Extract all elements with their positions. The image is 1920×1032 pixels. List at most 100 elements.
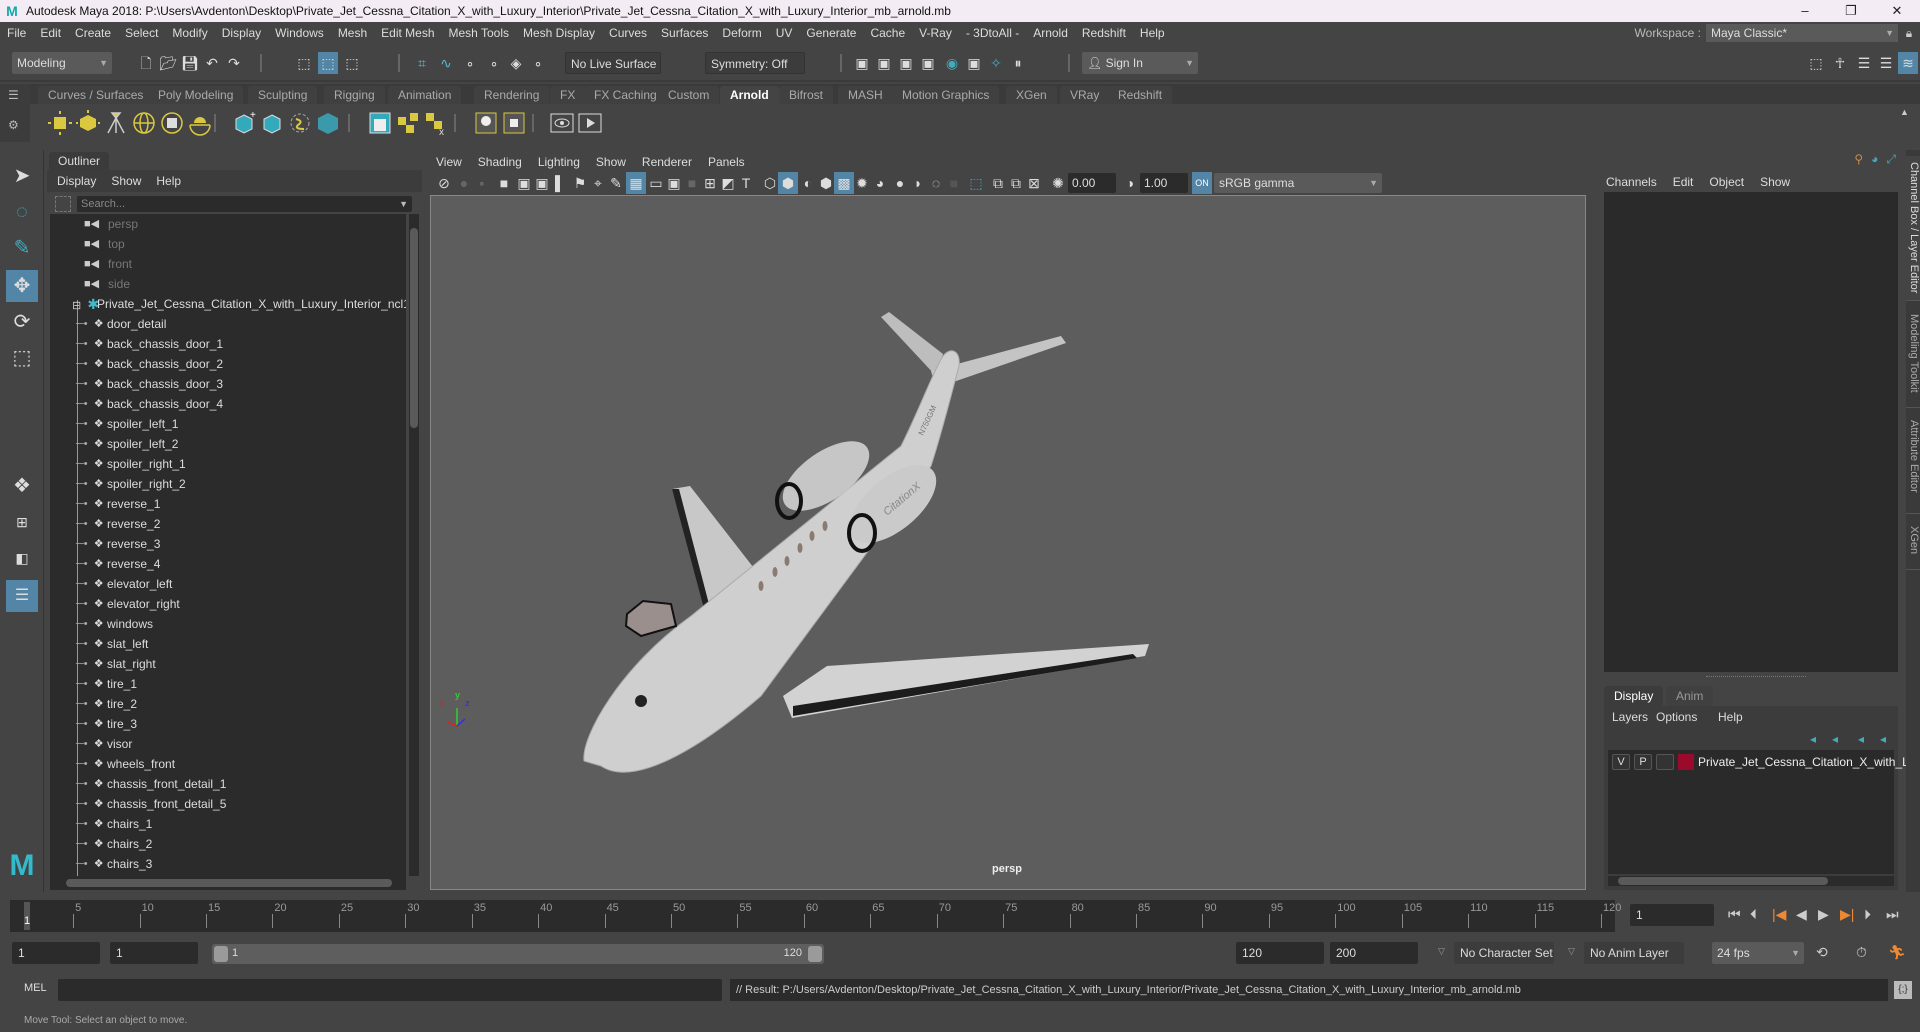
viewport-menu-renderer[interactable]: Renderer — [642, 155, 692, 169]
menu-display[interactable]: Display — [215, 26, 268, 40]
outliner-tab[interactable]: Outliner — [49, 152, 110, 170]
rotate-tool-icon[interactable]: ⟳ — [6, 306, 38, 338]
menu-redshift[interactable]: Redshift — [1075, 26, 1133, 40]
outliner-item-mesh[interactable]: ─• ❖ reverse_2 — [50, 514, 406, 534]
render-view-icon[interactable]: ▣ — [852, 52, 872, 74]
shelf-scroll[interactable]: ▲ — [1900, 104, 1914, 140]
side-tab-attribute-editor[interactable]: Attribute Editor — [1906, 414, 1920, 514]
light-editor-icon[interactable]: ✧ — [986, 52, 1006, 74]
snap-projected-icon[interactable]: ∘ — [528, 52, 548, 74]
jet-model[interactable]: CitationX N750GM — [431, 196, 1587, 891]
resolution-gate-icon[interactable]: ▣ — [664, 172, 684, 194]
outliner-vertical-scrollbar[interactable] — [409, 214, 419, 876]
layer-menu-options[interactable]: Options — [1656, 710, 1697, 724]
xray-icon[interactable]: ⧉ — [988, 172, 1008, 194]
channel-menu-channels[interactable]: Channels — [1606, 175, 1657, 189]
close-button[interactable]: ✕ — [1874, 0, 1920, 22]
xray-joints-icon[interactable]: ⊠ — [1024, 172, 1044, 194]
outliner-search-input[interactable]: Search... ▼ — [77, 196, 412, 212]
layer-menu-help[interactable]: Help — [1718, 710, 1743, 724]
shelf-tab-mash[interactable]: MASH — [838, 86, 893, 104]
anim-layer-chevron-icon[interactable]: ▽ — [1568, 946, 1575, 957]
outliner-item-mesh[interactable]: ─• ❖ tire_3 — [50, 714, 406, 734]
playback-start-field[interactable]: 1 — [110, 942, 198, 964]
create-standin-icon[interactable]: + — [230, 109, 258, 137]
layer-visibility-toggle[interactable]: V — [1612, 754, 1630, 770]
channel-box-icon[interactable]: ≋ — [1898, 52, 1918, 74]
outliner-item-mesh[interactable]: ─• ❖ windows — [50, 614, 406, 634]
shelf-tab-rigging[interactable]: Rigging — [324, 86, 385, 104]
outliner-item-root-group[interactable]: ⊟ ✱ Private_Jet_Cessna_Citation_X_with_Lu… — [50, 294, 406, 314]
depth-of-field-icon[interactable]: ■ — [944, 172, 964, 194]
sign-in-dropdown[interactable]: 👤︎ Sign In ▼ — [1082, 52, 1198, 74]
outliner-item-mesh[interactable]: ─• ❖ slat_right — [50, 654, 406, 674]
arnold-render-icon[interactable] — [576, 109, 604, 137]
scroll-thumb[interactable] — [66, 879, 392, 887]
scale-tool-icon[interactable]: ⬚ — [6, 342, 38, 374]
outliner-item-mesh[interactable]: ─• ❖ back_chassis_door_1 — [50, 334, 406, 354]
grid-icon[interactable]: ▦ — [626, 172, 646, 194]
gate-mask-icon[interactable]: ■ — [682, 172, 702, 194]
range-slider-bar[interactable]: 1 120 — [212, 944, 824, 964]
outliner-item-mesh[interactable]: ─• ❖ slat_left — [50, 634, 406, 654]
menu-generate[interactable]: Generate — [799, 26, 863, 40]
camera-attributes-icon[interactable]: ▪ — [472, 172, 492, 194]
shelf-tab-arnold[interactable]: Arnold — [720, 86, 779, 104]
safe-action-icon[interactable]: ◩ — [718, 172, 738, 194]
outliner-item-mesh[interactable]: ─• ❖ tire_2 — [50, 694, 406, 714]
smooth-shade-icon[interactable]: ⬢ — [778, 172, 798, 194]
snap-curve-icon[interactable]: ∿ — [436, 52, 456, 74]
shelf-tab-sculpting[interactable]: Sculpting — [248, 86, 318, 104]
select-hierarchy-icon[interactable]: ⬚ — [294, 52, 314, 74]
layer-row[interactable]: V P Private_Jet_Cessna_Citation_X_with_L… — [1608, 750, 1920, 774]
shelf-tab-poly-modeling[interactable]: Poly Modeling — [148, 86, 244, 104]
minimize-button[interactable]: – — [1782, 0, 1828, 22]
menu-windows[interactable]: Windows — [268, 26, 331, 40]
outliner-item-mesh[interactable]: ─• ❖ elevator_left — [50, 574, 406, 594]
scroll-thumb[interactable] — [410, 228, 418, 428]
outliner-item-mesh[interactable]: ─• ❖ elevator_right — [50, 594, 406, 614]
animation-end-field[interactable]: 200 — [1330, 942, 1418, 964]
menu-modify[interactable]: Modify — [165, 26, 214, 40]
character-set-field[interactable]: No Character Set — [1454, 942, 1554, 964]
menu-3dtoall[interactable]: - 3DtoAll - — [959, 26, 1026, 40]
channel-menu-object[interactable]: Object — [1709, 175, 1744, 189]
tx-manager-icon[interactable] — [394, 109, 422, 137]
live-surface-field[interactable]: No Live Surface — [565, 52, 661, 74]
arnold-view-icon[interactable] — [548, 109, 576, 137]
new-scene-icon[interactable]: 🗋︎ — [136, 52, 156, 74]
outliner-item-mesh[interactable]: ─• ❖ chassis_front_detail_5 — [50, 794, 406, 814]
auto-key-icon[interactable]: ⏱ — [1856, 944, 1867, 961]
scroll-up-icon[interactable]: ▲ — [1900, 107, 1909, 117]
view-transform-dropdown[interactable]: sRGB gamma ▼ — [1214, 173, 1382, 193]
time-slider-track[interactable]: 1 5 10 15 20 25 30 35 40 45 50 55 60 65 70 75 80 85 90 95 1… — [10, 900, 1621, 932]
snap-grid-icon[interactable]: ⌗ — [412, 52, 432, 74]
animation-preferences-icon[interactable]: 🏃︎ — [1888, 944, 1906, 961]
go-to-end-icon[interactable]: ⏭ — [1886, 906, 1899, 923]
go-to-start-icon[interactable]: ⏮ — [1728, 906, 1741, 923]
open-scene-icon[interactable]: 📂︎ — [158, 52, 178, 74]
menu-cache[interactable]: Cache — [863, 26, 912, 40]
exposure-field[interactable]: 0.00 — [1068, 173, 1116, 193]
render-settings-icon[interactable]: ▣ — [918, 52, 938, 74]
outliner-item-mesh[interactable]: ─• ❖ chairs_3 — [50, 854, 406, 874]
shadow-matte-icon[interactable] — [472, 109, 500, 137]
select-object-icon[interactable]: ⬚ — [318, 52, 338, 74]
menu-curves[interactable]: Curves — [602, 26, 654, 40]
paint-select-tool-icon[interactable]: ✎ — [6, 232, 38, 264]
lasso-tool-icon[interactable]: ◌ — [6, 196, 38, 228]
move-tool-icon[interactable]: ✥ — [6, 270, 38, 302]
modeling-toolkit-icon[interactable]: ⬚ — [1806, 52, 1826, 74]
export-standin-icon[interactable] — [258, 109, 286, 137]
new-layer-selected-icon[interactable]: ◂ — [1880, 732, 1886, 746]
shelf-tab-motion-graphics[interactable]: Motion Graphics — [892, 86, 1000, 104]
range-end-handle[interactable] — [808, 946, 822, 962]
bookmark-icon[interactable]: ▌ — [550, 172, 570, 194]
playback-end-field[interactable]: 120 — [1236, 942, 1324, 964]
shelf-tab-custom[interactable]: Custom — [658, 86, 720, 104]
layer-tab-display[interactable]: Display — [1604, 686, 1664, 706]
outliner-item-mesh[interactable]: ─• ❖ spoiler_left_1 — [50, 414, 406, 434]
light-portal-icon[interactable] — [158, 109, 186, 137]
side-tab-modeling-toolkit[interactable]: Modeling Toolkit — [1906, 308, 1920, 408]
menu-edit-mesh[interactable]: Edit Mesh — [374, 26, 441, 40]
